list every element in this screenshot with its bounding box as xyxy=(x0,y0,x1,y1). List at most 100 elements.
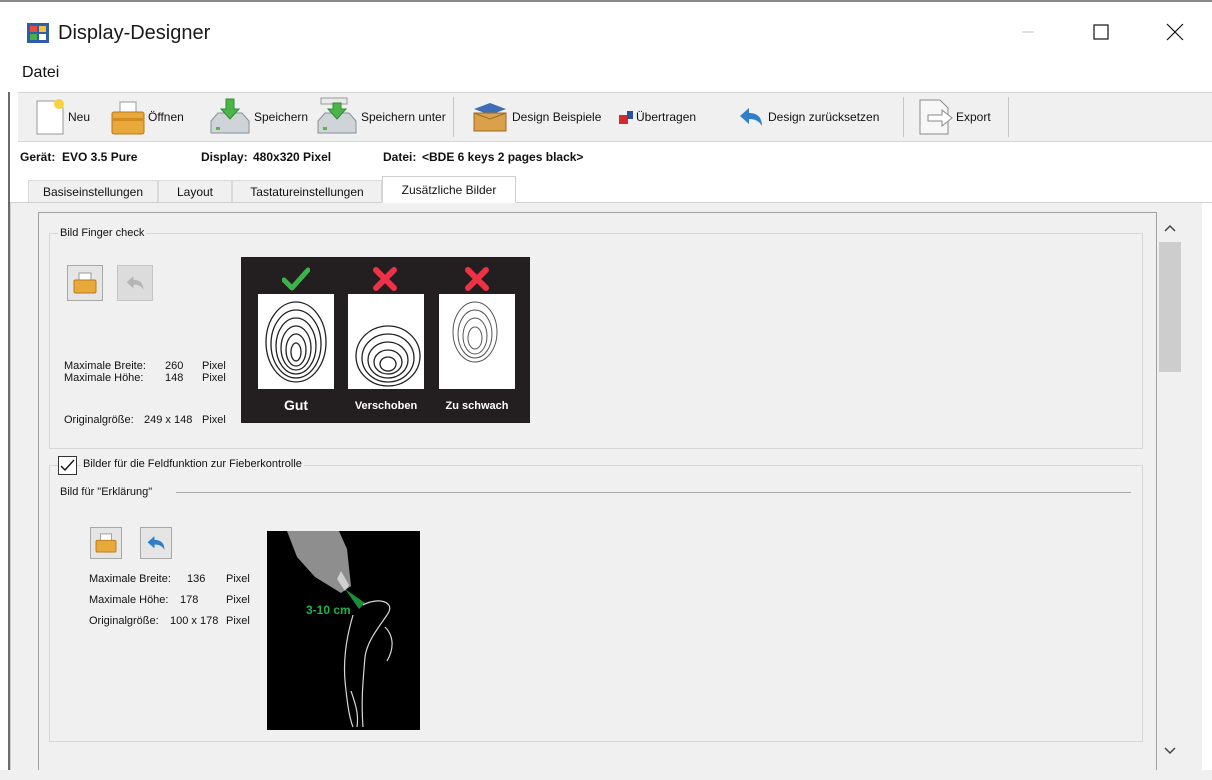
device-label: Gerät: xyxy=(20,150,56,164)
fever-original-label: Originalgröße: xyxy=(89,615,159,627)
minimize-button[interactable] xyxy=(1005,10,1051,54)
close-button[interactable] xyxy=(1152,10,1198,54)
save-icon xyxy=(210,98,250,134)
finger-load-button[interactable] xyxy=(67,265,103,301)
tab-basiseinstellungen[interactable]: Basiseinstellungen xyxy=(28,180,158,202)
scrollbar-thumb[interactable] xyxy=(1159,242,1181,372)
transfer-button[interactable]: Übertragen xyxy=(618,95,696,139)
fever-load-button[interactable] xyxy=(90,527,122,559)
fingerprint-icon xyxy=(355,325,421,387)
export-button-label: Export xyxy=(956,110,991,124)
check-icon xyxy=(282,267,310,291)
fingerprint-shifted xyxy=(348,294,424,389)
toolbar-separator xyxy=(1008,97,1009,137)
minimize-icon xyxy=(1022,31,1034,33)
finger-max-width-unit: Pixel xyxy=(202,360,226,372)
fever-max-width-label: Maximale Breite: xyxy=(89,573,171,585)
toolbar: Neu Öffnen Speichern Speichern unter Des… xyxy=(18,92,1212,142)
file-value: <BDE 6 keys 2 pages black> xyxy=(422,150,584,164)
fingerprint-good xyxy=(258,294,334,389)
reset-design-button-label: Design zurücksetzen xyxy=(768,110,880,124)
fever-max-height-value: 178 xyxy=(180,594,199,606)
tab-layout[interactable]: Layout xyxy=(158,180,232,202)
finger-check-image: Gut Verschoben Zu schwach xyxy=(241,257,530,423)
finger-reset-button[interactable] xyxy=(117,265,153,301)
fingerprint-icon xyxy=(265,301,327,383)
open-button-label: Öffnen xyxy=(148,110,184,124)
fever-checkbox-label[interactable]: Bilder für die Feldfunktion zur Fieberko… xyxy=(81,458,304,470)
reset-design-button[interactable]: Design zurücksetzen xyxy=(738,95,879,139)
open-button[interactable]: Öffnen xyxy=(110,95,184,139)
app-icon xyxy=(27,23,49,43)
display-label: Display: xyxy=(201,150,248,164)
new-button-label: Neu xyxy=(68,110,91,124)
close-icon xyxy=(1166,23,1184,41)
scroll-down-button[interactable] xyxy=(1160,741,1180,761)
explanation-title: Bild für "Erklärung" xyxy=(58,486,155,498)
transfer-button-label: Übertragen xyxy=(636,110,697,124)
save-as-icon xyxy=(317,97,357,134)
new-button[interactable]: Neu xyxy=(34,95,90,139)
box-icon xyxy=(473,103,507,132)
open-folder-icon xyxy=(111,101,145,135)
maximize-icon xyxy=(1093,24,1109,40)
fingerprint-icon xyxy=(452,301,498,363)
finger-max-width-value: 260 xyxy=(165,360,184,372)
tab-tastatureinstellungen[interactable]: Tastatureinstellungen xyxy=(232,180,382,202)
finger-check-title: Bild Finger check xyxy=(58,227,147,239)
window-title: Display-Designer xyxy=(58,22,211,44)
device-value: EVO 3.5 Pure xyxy=(62,150,138,164)
caption-zu-schwach: Zu schwach xyxy=(445,400,509,412)
finger-original-value: 249 x 148 xyxy=(144,414,193,426)
open-folder-icon xyxy=(73,272,97,294)
design-examples-button-label: Design Beispiele xyxy=(512,110,602,124)
hand-sensor-illustration xyxy=(287,531,393,728)
fever-reset-button[interactable] xyxy=(140,527,172,559)
transfer-icon xyxy=(619,111,633,124)
toolbar-separator xyxy=(903,97,904,137)
maximize-button[interactable] xyxy=(1078,10,1124,54)
display-value: 480x320 Pixel xyxy=(253,150,332,164)
scroll-up-button[interactable] xyxy=(1160,218,1180,238)
fever-max-width-value: 136 xyxy=(187,573,206,585)
app-window: Display-Designer Datei Neu Öffnen Speich… xyxy=(0,0,1212,780)
save-as-button[interactable]: Speichern unter xyxy=(315,95,446,139)
explanation-divider xyxy=(176,492,1131,493)
finger-max-width-label: Maximale Breite: xyxy=(64,360,146,372)
fever-max-height-label: Maximale Höhe: xyxy=(89,594,169,606)
chevron-up-icon xyxy=(1164,224,1176,232)
undo-arrow-icon xyxy=(126,276,144,290)
cross-icon xyxy=(465,267,489,291)
toolbar-separator xyxy=(453,97,454,137)
window-bottom-edge xyxy=(0,770,1212,780)
fever-original-value: 100 x 178 xyxy=(170,615,219,627)
fever-original-unit: Pixel xyxy=(226,615,250,627)
finger-max-height-unit: Pixel xyxy=(202,372,226,384)
fever-max-width-unit: Pixel xyxy=(226,573,250,585)
fingerprint-weak xyxy=(439,294,515,389)
save-as-button-label: Speichern unter xyxy=(361,110,446,124)
menu-bar xyxy=(0,62,1212,88)
export-button[interactable]: Export xyxy=(916,95,991,139)
finger-max-height-value: 148 xyxy=(165,372,184,384)
undo-arrow-icon xyxy=(147,536,165,550)
save-button-label: Speichern xyxy=(254,110,309,124)
fever-checkbox[interactable] xyxy=(58,456,77,475)
menu-file[interactable]: Datei xyxy=(22,64,59,82)
save-button[interactable]: Speichern xyxy=(208,95,308,139)
checkmark-icon xyxy=(60,459,75,472)
export-icon xyxy=(919,99,953,135)
cross-icon xyxy=(373,267,397,291)
distance-label: 3-10 cm xyxy=(306,603,351,617)
chevron-down-icon xyxy=(1164,747,1176,755)
design-examples-button[interactable]: Design Beispiele xyxy=(470,95,601,139)
finger-original-unit: Pixel xyxy=(202,414,226,426)
fever-group xyxy=(49,465,1143,742)
caption-gut: Gut xyxy=(283,397,309,413)
tab-zusaetzliche-bilder[interactable]: Zusätzliche Bilder xyxy=(382,176,516,203)
caption-verschoben: Verschoben xyxy=(354,400,418,412)
fever-explanation-image: 3-10 cm xyxy=(267,531,420,730)
new-document-icon xyxy=(36,99,64,135)
finger-max-height-label: Maximale Höhe: xyxy=(64,372,144,384)
file-label: Datei: xyxy=(383,150,417,164)
